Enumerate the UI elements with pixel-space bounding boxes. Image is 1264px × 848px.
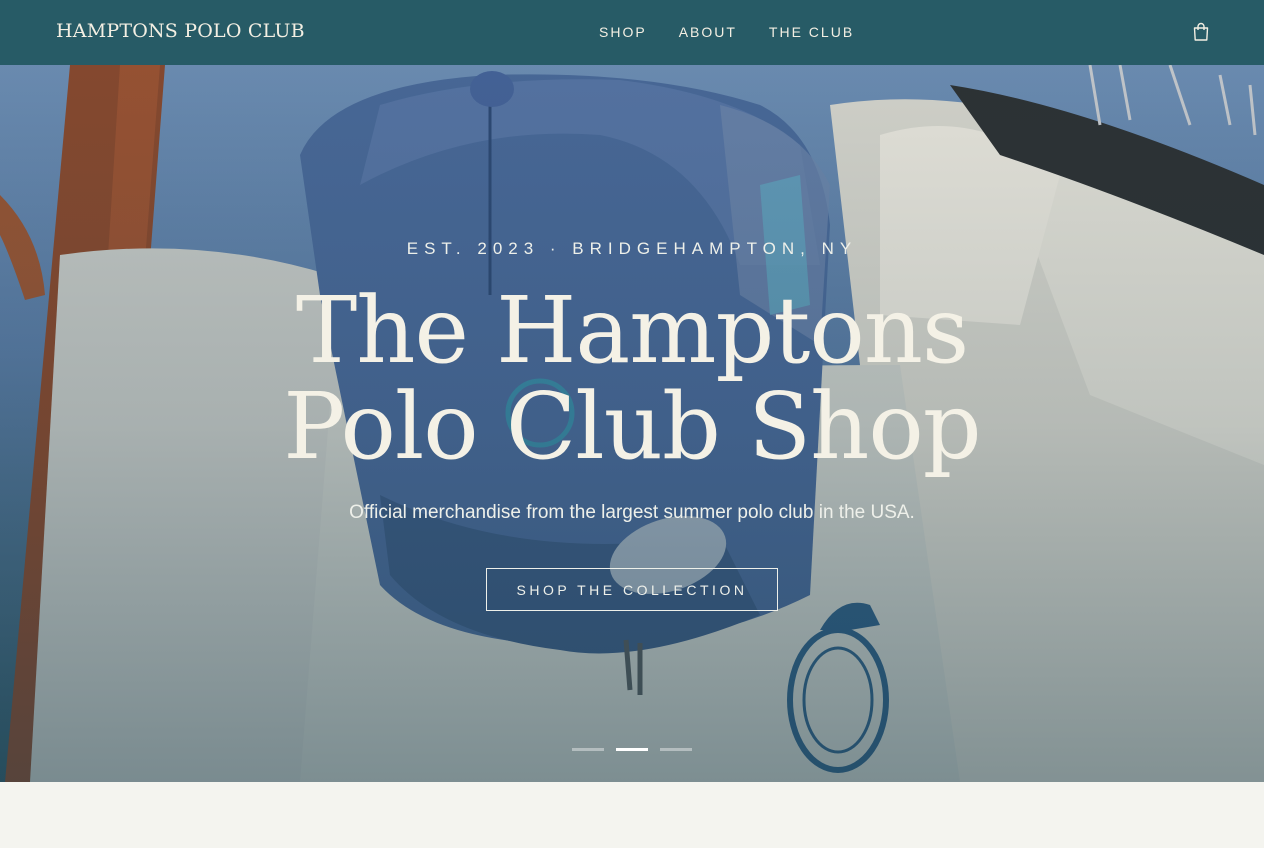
site-logo[interactable]: HAMPTONS POLO CLUB [56,20,305,42]
shop-the-collection-button[interactable]: SHOP THE COLLECTION [486,568,778,611]
hero-title: The Hamptons Polo Club Shop [0,283,1264,475]
main-nav: SHOP ABOUT THE CLUB [599,24,854,40]
page-content-area [0,782,1264,848]
carousel-indicators [572,748,692,751]
hero-title-line-2: Polo Club Shop [283,373,981,480]
shopping-bag-icon[interactable] [1192,22,1210,42]
hero-section: EST. 2023 · BRIDGEHAMPTON, NY The Hampto… [0,65,1264,782]
hero-eyebrow: EST. 2023 · BRIDGEHAMPTON, NY [406,239,858,258]
site-header: HAMPTONS POLO CLUB SHOP ABOUT THE CLUB [0,0,1264,65]
hero-subtitle: Official merchandise from the largest su… [349,502,915,523]
carousel-dot-2[interactable] [616,748,648,751]
nav-link-the-club[interactable]: THE CLUB [769,24,854,40]
nav-link-shop[interactable]: SHOP [599,24,647,40]
carousel-dot-1[interactable] [572,748,604,751]
carousel-dot-3[interactable] [660,748,692,751]
hero-title-line-1: The Hamptons [295,277,969,384]
nav-link-about[interactable]: ABOUT [679,24,737,40]
